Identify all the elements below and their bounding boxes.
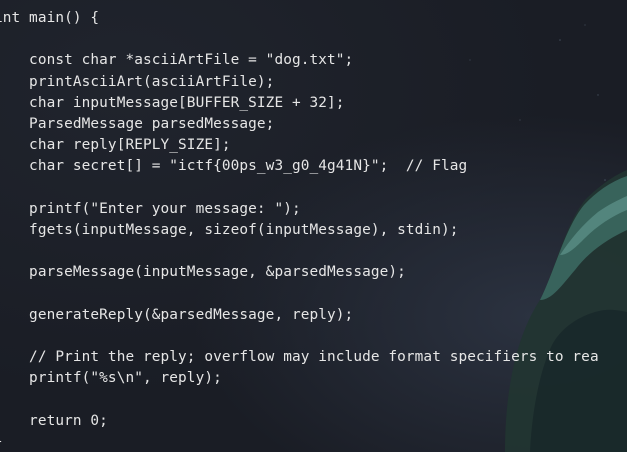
code-line[interactable]: char reply[REPLY_SIZE]; — [0, 135, 599, 156]
code-line[interactable]: printAsciiArt(asciiArtFile); — [0, 72, 599, 93]
code-lines: int main() { const char *asciiArtFile = … — [0, 8, 599, 452]
code-line[interactable]: fgets(inputMessage, sizeof(inputMessage)… — [0, 220, 599, 241]
code-line[interactable]: parseMessage(inputMessage, &parsedMessag… — [0, 262, 599, 283]
code-line[interactable]: char inputMessage[BUFFER_SIZE + 32]; — [0, 93, 599, 114]
code-line[interactable]: int main() { — [0, 8, 599, 29]
code-line[interactable] — [0, 326, 599, 347]
code-line[interactable]: printf("Enter your message: "); — [0, 199, 599, 220]
code-comment-line[interactable]: // Print the reply; overflow may include… — [0, 347, 599, 368]
code-line[interactable] — [0, 178, 599, 199]
code-line[interactable] — [0, 283, 599, 304]
code-line[interactable] — [0, 241, 599, 262]
code-line[interactable]: const char *asciiArtFile = "dog.txt"; — [0, 50, 599, 71]
code-line[interactable]: return 0; — [0, 411, 599, 432]
code-line[interactable]: printf("%s\n", reply); — [0, 368, 599, 389]
code-line[interactable]: generateReply(&parsedMessage, reply); — [0, 305, 599, 326]
code-editor[interactable]: int main() { const char *asciiArtFile = … — [0, 0, 627, 452]
code-line[interactable] — [0, 389, 599, 410]
code-line[interactable]: } — [0, 432, 599, 452]
code-line[interactable]: ParsedMessage parsedMessage; — [0, 114, 599, 135]
code-line[interactable]: char secret[] = "ictf{00ps_w3_g0_4g41N}"… — [0, 156, 599, 177]
code-line[interactable] — [0, 29, 599, 50]
